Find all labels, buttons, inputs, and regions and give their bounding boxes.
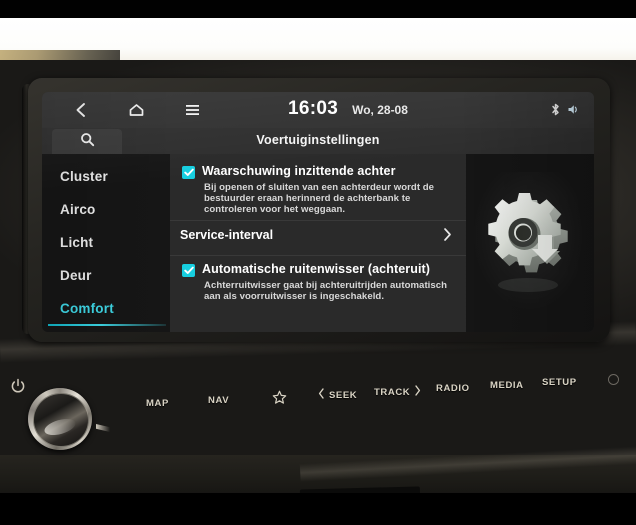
status-icon-group [550, 103, 578, 116]
chevron-left-icon[interactable] [70, 100, 90, 120]
page-title: Voertuiginstellingen [256, 133, 380, 147]
clock-block: 16:03 Wo, 28-08 [288, 98, 408, 120]
hw-button-media[interactable]: MEDIA [490, 380, 524, 391]
checkbox-rear-occupant-alert[interactable] [182, 166, 195, 179]
setting-description: Bij openen of sluiten van een achterdeur… [204, 182, 435, 216]
hamburger-menu-icon[interactable] [182, 100, 202, 120]
setting-title: Service-interval [180, 228, 274, 242]
category-sidebar: Cluster Airco Licht Deur Comfort [42, 154, 170, 332]
checkbox-auto-rear-wiper[interactable] [182, 264, 195, 277]
illustration-glow [472, 172, 588, 312]
hw-button-seek[interactable]: SEEK [318, 388, 357, 402]
hw-button-label: RADIO [436, 383, 470, 394]
list-divider [170, 220, 466, 221]
hw-button-favorite[interactable] [272, 390, 287, 408]
star-icon [272, 390, 287, 408]
hw-button-label: NAV [208, 395, 230, 406]
illustration-pane [466, 154, 594, 332]
home-icon[interactable] [126, 100, 146, 120]
setting-title: Automatische ruitenwisser (achteruit) [202, 262, 431, 276]
sound-icon [567, 103, 578, 116]
hw-button-label: TRACK [374, 386, 411, 398]
volume-knob[interactable] [28, 388, 92, 450]
eject-dot-icon[interactable] [608, 374, 619, 385]
hw-button-radio[interactable]: RADIO [436, 383, 470, 394]
sidebar-item-comfort[interactable]: Comfort [60, 301, 114, 316]
bluetooth-icon [550, 103, 561, 116]
hw-button-label: MAP [146, 398, 169, 409]
power-icon[interactable] [10, 378, 26, 394]
infotainment-screen[interactable]: 16:03 Wo, 28-08 Voertuiginstellingen Clu… [42, 92, 594, 332]
sidebar-item-airco[interactable]: Airco [60, 202, 96, 217]
hw-button-label: MEDIA [490, 380, 524, 391]
hardware-button-row: MAP NAV SEEK TRACK RADIO MEDIA SETUP [0, 366, 636, 412]
sidebar-selection-underline [48, 324, 166, 326]
dashboard-photo: 16:03 Wo, 28-08 Voertuiginstellingen Clu… [0, 0, 636, 525]
title-bar: Voertuiginstellingen [42, 128, 594, 154]
hw-button-track[interactable]: TRACK [374, 385, 421, 399]
chevron-left-icon [318, 388, 325, 402]
settings-list: Waarschuwing inzittende achter Bij opene… [170, 154, 466, 332]
sidebar-item-deur[interactable]: Deur [60, 268, 92, 283]
setting-description: Achterruitwisser gaat bij achteruitrijde… [204, 280, 448, 303]
clock-date: Wo, 28-08 [352, 103, 408, 117]
volume-knob-face [33, 393, 89, 447]
hw-button-map[interactable]: MAP [146, 398, 169, 409]
chevron-right-icon [414, 385, 421, 399]
clock-time: 16:03 [288, 98, 339, 119]
screen-body: Cluster Airco Licht Deur Comfort Waarsch… [42, 154, 594, 332]
sidebar-item-licht[interactable]: Licht [60, 235, 93, 250]
hw-button-label: SEEK [329, 389, 358, 401]
setting-title: Waarschuwing inzittende achter [202, 164, 396, 178]
hw-button-setup[interactable]: SETUP [542, 377, 577, 388]
setting-row-service-interval[interactable]: Service-interval [170, 226, 466, 252]
list-divider [170, 255, 466, 256]
hw-button-label: SETUP [542, 377, 577, 388]
volume-knob-gloss [42, 415, 78, 439]
nav-icon-group [70, 100, 202, 120]
status-bar: 16:03 Wo, 28-08 [42, 92, 594, 128]
letterbox-top [0, 0, 636, 18]
hw-button-nav[interactable]: NAV [208, 395, 229, 406]
chevron-right-icon[interactable] [443, 227, 452, 247]
sidebar-item-cluster[interactable]: Cluster [60, 169, 108, 184]
letterbox-bottom [0, 493, 636, 525]
